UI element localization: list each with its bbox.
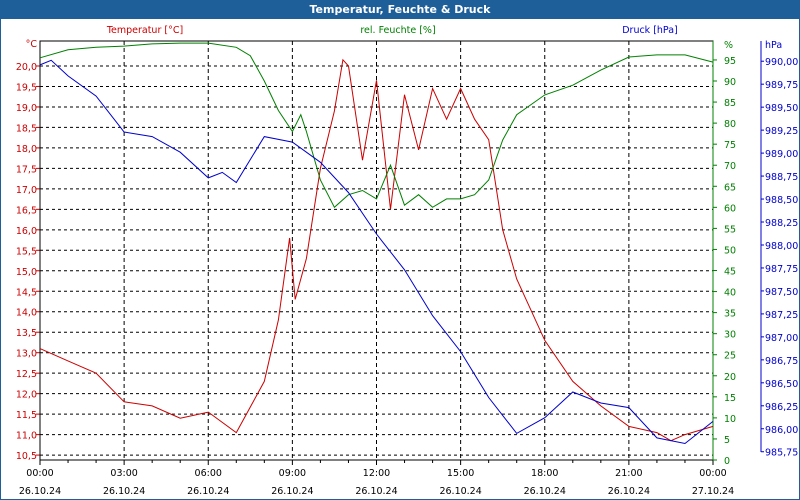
- humidity-tick-label: 35: [724, 309, 736, 320]
- pressure-tick-label: 986,50: [765, 379, 798, 390]
- pressure-tick-label: 989,00: [765, 149, 798, 160]
- temperature-tick-label: 13,0: [16, 349, 37, 360]
- x-tick-date: 26.10.24: [608, 486, 650, 497]
- x-tick-time: 12:00: [363, 468, 390, 479]
- pressure-tick-label: 988,00: [765, 241, 798, 252]
- pressure-unit-label: hPa: [765, 40, 782, 51]
- temperature-tick-label: 17,5: [16, 164, 37, 175]
- x-tick-date: 26.10.24: [355, 486, 397, 497]
- temperature-tick-label: 18,5: [16, 123, 37, 134]
- pressure-tick-label: 986,25: [765, 402, 798, 413]
- humidity-tick-label: 60: [724, 203, 736, 214]
- pressure-tick-label: 989,75: [765, 80, 798, 91]
- pressure-tick-label: 987,25: [765, 310, 798, 321]
- humidity-unit-label: %: [724, 40, 733, 51]
- temperature-tick-label: 16,0: [16, 226, 37, 237]
- x-tick-time: 06:00: [195, 468, 222, 479]
- humidity-tick-label: 45: [724, 267, 736, 278]
- humidity-tick-label: 50: [724, 245, 736, 256]
- humidity-tick-label: 30: [724, 330, 736, 341]
- temperature-tick-label: 11,5: [16, 410, 37, 421]
- x-tick-date: 26.10.24: [19, 486, 61, 497]
- humidity-tick-label: 75: [724, 140, 736, 151]
- x-tick-date: 26.10.24: [271, 486, 313, 497]
- pressure-tick-label: 988,75: [765, 172, 798, 183]
- humidity-tick-label: 70: [724, 161, 736, 172]
- legend-temperature: Temperatur [°C]: [106, 25, 183, 36]
- chart: 10,5 11,0 11,5 12,0 12,5 13,0 13,5 14,0 14,5 15,0…: [16, 25, 798, 497]
- x-tick-time: 09:00: [279, 468, 306, 479]
- x-tick-time: 15:00: [447, 468, 474, 479]
- pressure-tick-label: 988,25: [765, 218, 798, 229]
- pressure-tick-label: 987,75: [765, 264, 798, 275]
- humidity-tick-label: 85: [724, 98, 736, 109]
- temperature-tick-label: 14,5: [16, 287, 37, 298]
- x-tick-time: 03:00: [110, 468, 137, 479]
- humidity-tick-label: 25: [724, 351, 736, 362]
- pressure-tick-label: 987,50: [765, 287, 798, 298]
- pressure-tick-label: 990,00: [765, 57, 798, 68]
- humidity-tick-label: 0: [724, 456, 730, 467]
- x-tick-time: 00:00: [26, 468, 53, 479]
- pressure-tick-label: 987,00: [765, 333, 798, 344]
- pressure-tick-label: 986,75: [765, 356, 798, 367]
- humidity-tick-label: 90: [724, 77, 736, 88]
- temperature-tick-label: 15,5: [16, 246, 37, 257]
- x-tick-time: 18:00: [531, 468, 558, 479]
- temperature-tick-label: 19,0: [16, 103, 37, 114]
- pressure-tick-label: 986,00: [765, 425, 798, 436]
- humidity-tick-label: 10: [724, 414, 736, 425]
- humidity-tick-label: 80: [724, 119, 736, 130]
- temperature-tick-label: 16,5: [16, 205, 37, 216]
- temperature-tick-label: 15,0: [16, 267, 37, 278]
- x-tick-date: 26.10.24: [103, 486, 145, 497]
- pressure-tick-label: 988,50: [765, 195, 798, 206]
- temperature-tick-label: 20,0: [16, 62, 37, 73]
- temperature-tick-label: 14,0: [16, 308, 37, 319]
- temperature-tick-label: 11,0: [16, 431, 37, 442]
- humidity-tick-label: 95: [724, 56, 736, 67]
- x-tick-time: 00:00: [699, 468, 726, 479]
- legend-pressure: Druck [hPa]: [622, 25, 678, 36]
- temperature-tick-label: 12,5: [16, 369, 37, 380]
- humidity-tick-label: 15: [724, 393, 736, 404]
- pressure-tick-label: 989,50: [765, 103, 798, 114]
- humidity-tick-label: 40: [724, 288, 736, 299]
- x-tick-date: 26.10.24: [439, 486, 481, 497]
- pressure-tick-label: 989,25: [765, 126, 798, 137]
- humidity-tick-label: 20: [724, 372, 736, 383]
- temperature-tick-label: 19,5: [16, 82, 37, 93]
- temperature-tick-label: 18,0: [16, 144, 37, 155]
- humidity-tick-label: 5: [724, 435, 730, 446]
- legend-humidity: rel. Feuchte [%]: [360, 25, 435, 36]
- temperature-tick-label: 17,0: [16, 185, 37, 196]
- temperature-tick-label: 12,0: [16, 390, 37, 401]
- pressure-tick-label: 985,75: [765, 448, 798, 459]
- x-tick-time: 21:00: [615, 468, 642, 479]
- x-tick-date: 26.10.24: [524, 486, 566, 497]
- temperature-unit-label: °C: [26, 39, 38, 50]
- humidity-tick-label: 55: [724, 224, 736, 235]
- x-tick-date: 27.10.24: [692, 486, 734, 497]
- temperature-tick-label: 10,5: [16, 451, 37, 462]
- temperature-tick-label: 13,5: [16, 328, 37, 339]
- humidity-tick-label: 65: [724, 182, 736, 193]
- x-tick-date: 26.10.24: [187, 486, 229, 497]
